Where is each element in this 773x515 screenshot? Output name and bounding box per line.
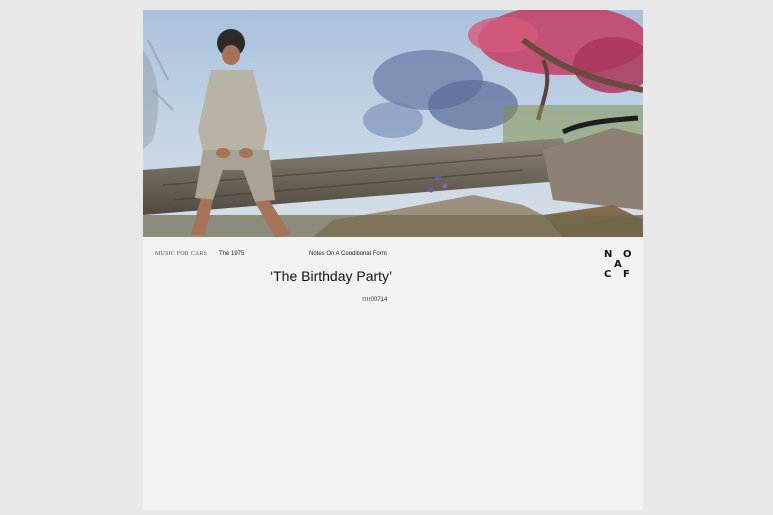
logo-letter-n: N: [604, 249, 613, 260]
record-label-name: MUSIC FOR CARS: [155, 251, 208, 257]
noacf-logo: N O A C F: [604, 250, 634, 280]
catalog-number: DH00714: [362, 297, 387, 303]
cover-artwork-image: [143, 10, 643, 237]
artist-name: The 1975: [219, 251, 245, 257]
album-title: Notes On A Conditional Form: [309, 251, 387, 257]
record-sleeve: MUSIC FOR CARS The 1975 Notes On A Condi…: [143, 10, 643, 510]
song-title: ‘The Birthday Party’: [270, 268, 393, 284]
logo-letter-f: F: [623, 269, 630, 280]
logo-letter-o: O: [623, 249, 632, 260]
logo-letter-c: C: [604, 269, 612, 280]
catalog-digits: 00714: [370, 297, 388, 303]
catalog-prefix: DH: [362, 297, 371, 303]
logo-letter-a: A: [614, 259, 622, 270]
